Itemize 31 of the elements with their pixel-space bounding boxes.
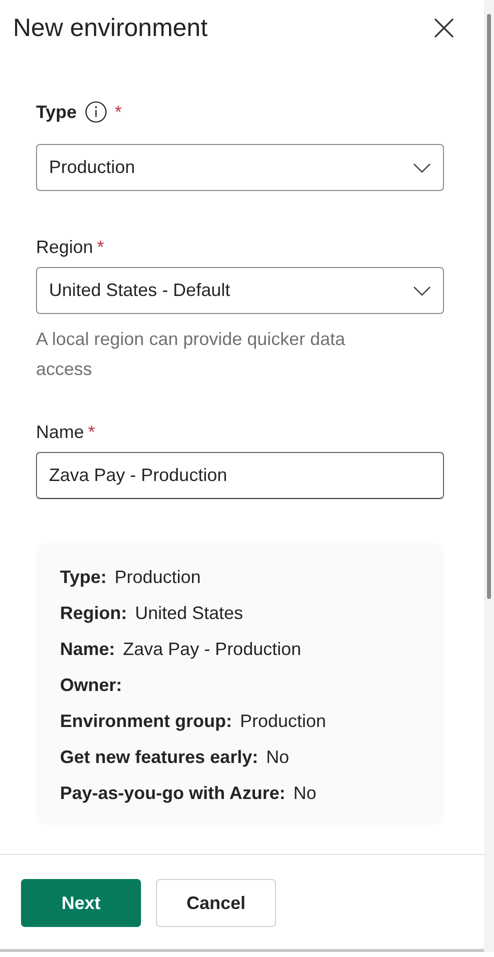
chevron-down-icon — [413, 286, 431, 296]
field-label: Type — [36, 102, 77, 122]
scrollbar[interactable] — [484, 0, 494, 952]
summary-value: No — [266, 746, 290, 768]
dropdown[interactable]: United States - Default — [36, 267, 444, 314]
summary-label: Owner: — [60, 674, 122, 696]
dropdown[interactable]: Production — [36, 144, 444, 191]
field-label: Name — [36, 422, 84, 442]
info-icon[interactable] — [84, 101, 107, 123]
panel-title: New environment — [13, 14, 208, 42]
required-mark: * — [114, 102, 122, 122]
summary-value: United States — [135, 602, 244, 624]
field-label: Region — [36, 236, 94, 258]
summary-value: Production — [240, 710, 326, 732]
input-field[interactable]: Zava Pay - Production — [36, 452, 444, 499]
summary-label: Region: — [60, 602, 127, 624]
cancel-button[interactable]: Cancel — [156, 879, 276, 927]
summary-label: Pay-as-you-go with Azure: — [60, 782, 286, 804]
summary-label: Name: — [60, 638, 116, 660]
summary-value: Production — [114, 566, 201, 588]
summary-label: Get new features early: — [60, 746, 258, 768]
next-button[interactable]: Next — [21, 879, 141, 927]
summary-label: Environment group: — [60, 710, 232, 732]
required-mark: * — [97, 236, 104, 258]
close-icon[interactable] — [434, 18, 454, 38]
help-text: A local region can provide quicker data access — [36, 328, 346, 381]
summary-value: No — [293, 782, 316, 804]
summary-value: Zava Pay - Production — [123, 638, 302, 660]
required-mark: * — [88, 422, 96, 442]
summary-label: Type: — [60, 566, 107, 588]
chevron-down-icon — [413, 162, 431, 172]
